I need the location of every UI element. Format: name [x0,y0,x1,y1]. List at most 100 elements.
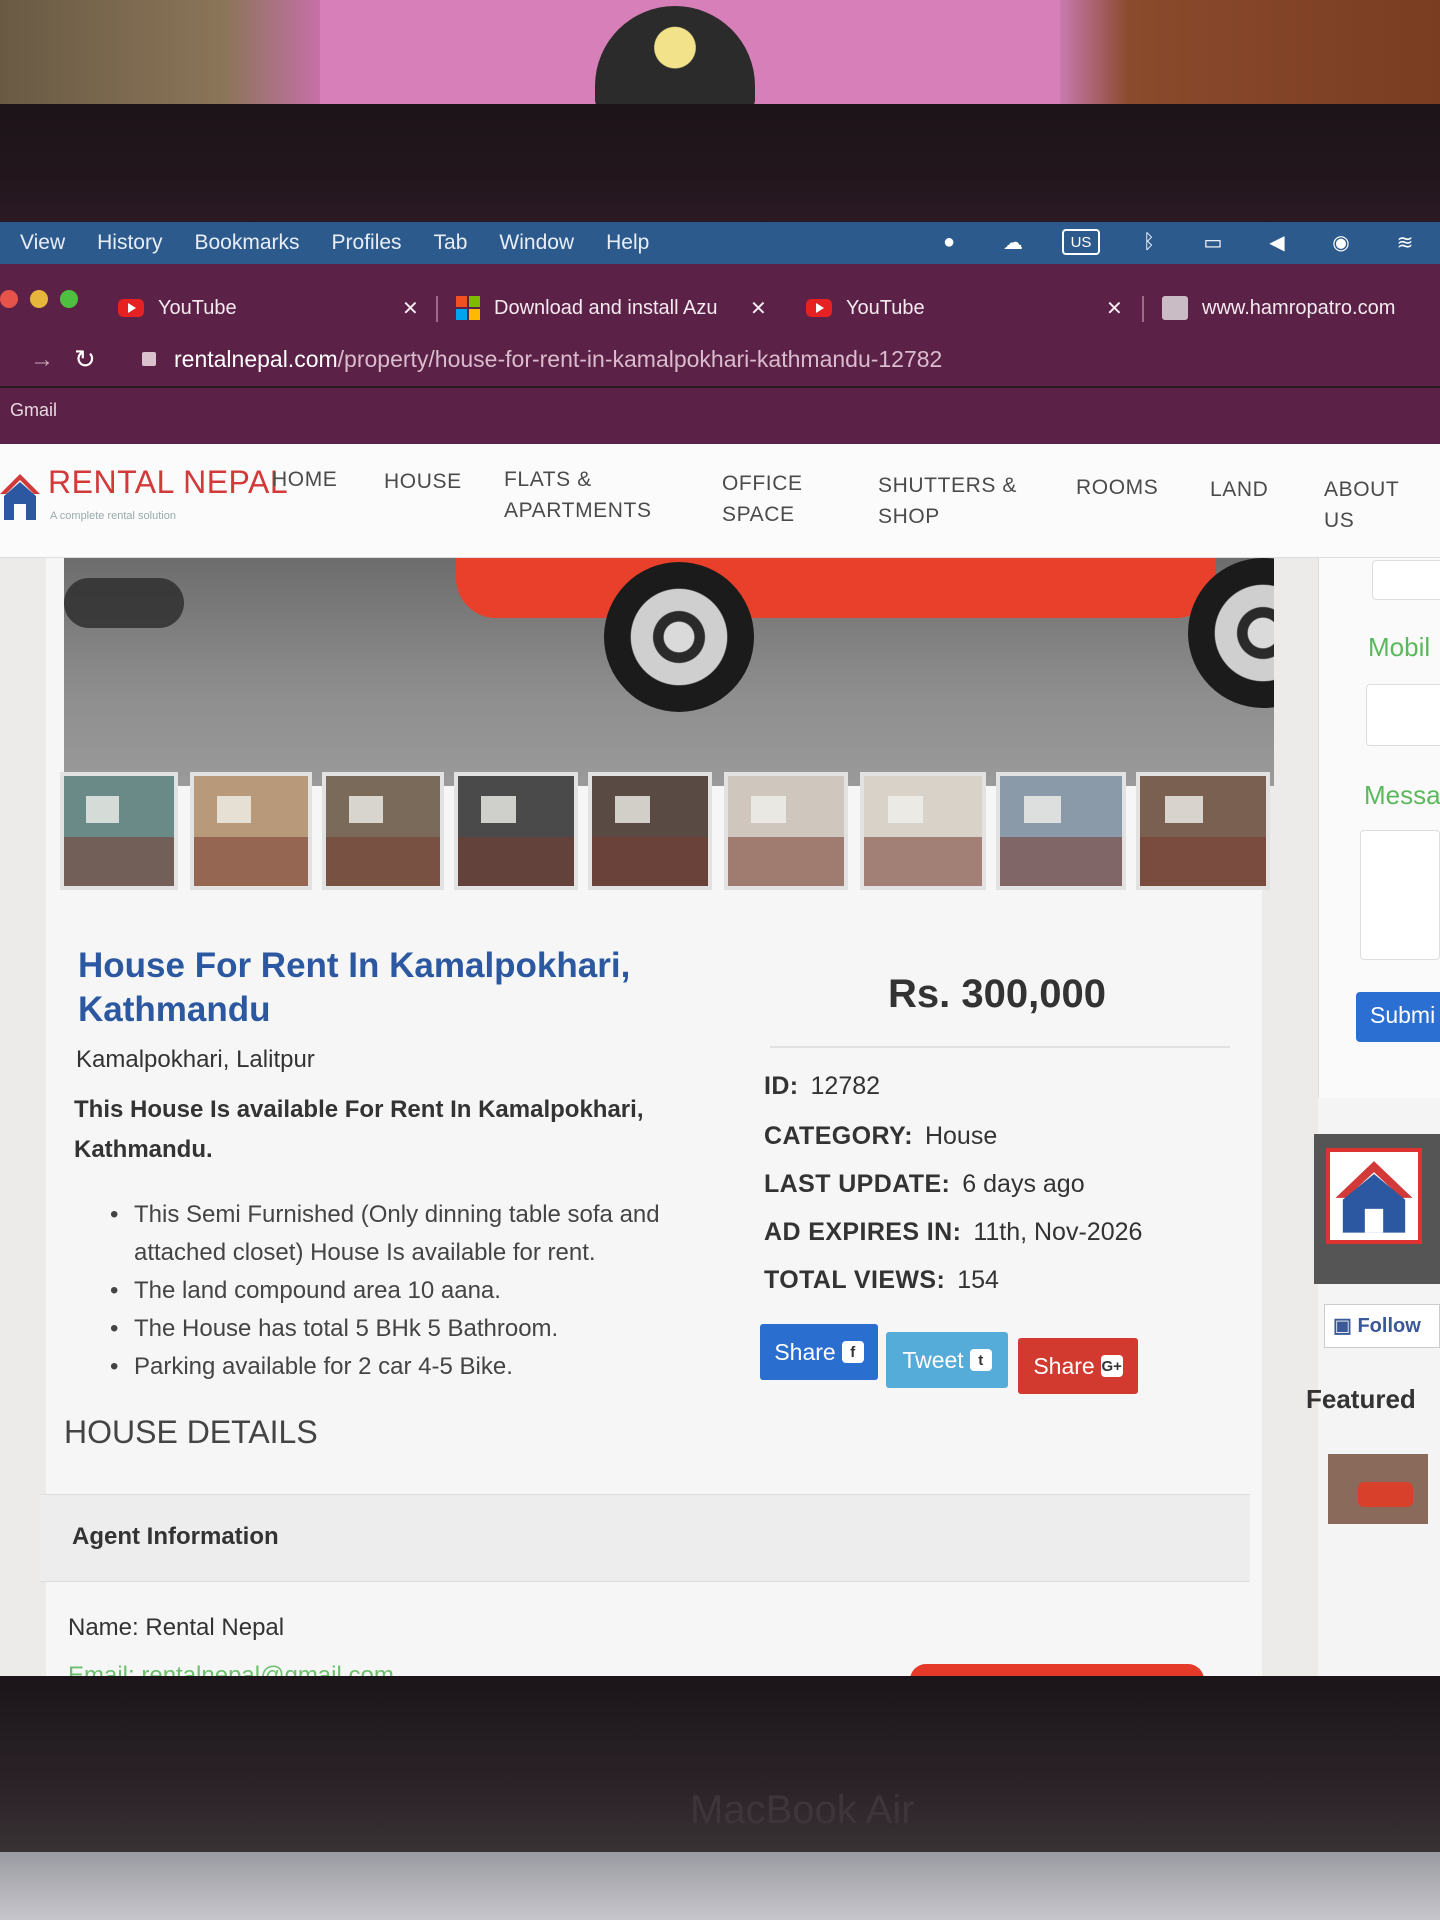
nav-land[interactable]: LAND [1210,474,1268,505]
tab-title: Download and install Azu [494,296,718,319]
menu-profiles[interactable]: Profiles [332,231,402,255]
nav-label: SHUTTERS & [878,474,1018,497]
notification-icon[interactable]: ● [934,228,964,256]
twitter-icon: t [969,1349,992,1371]
facebook-icon: ▣ [1333,1315,1358,1337]
thumbnail[interactable] [454,772,578,890]
mobile-field[interactable] [1366,684,1440,746]
reload-icon[interactable]: ↻ [74,344,96,375]
maximize-window-icon[interactable] [60,290,78,308]
tab-azure[interactable]: Download and install Azu [456,284,717,332]
meta-value: House [924,1122,998,1150]
nav-home[interactable]: HOME [272,464,337,495]
message-field[interactable] [1360,830,1440,960]
nav-label: ABOUT [1324,478,1400,501]
bluetooth-icon[interactable]: ᛒ [1134,228,1164,256]
tab-divider [436,296,438,322]
mute-icon[interactable]: ◀ [1262,228,1292,256]
minimize-window-icon[interactable] [30,290,48,308]
meta-category: CATEGORY: House [764,1122,997,1151]
tab-divider [1142,296,1144,322]
menu-window[interactable]: Window [499,231,574,255]
tweet-button[interactable]: Tweet t [886,1332,1008,1388]
contact-input[interactable] [1372,560,1440,600]
tab-title: www.hamropatro.com [1202,296,1396,319]
meta-id: ID: 12782 [764,1072,880,1101]
house-details-heading: HOUSE DETAILS [64,1414,318,1450]
share-facebook-button[interactable]: Share f [760,1324,878,1380]
nav-rooms[interactable]: ROOMS [1076,472,1158,503]
keyboard-layout-icon[interactable]: US [1062,229,1100,255]
list-item: The land compound area 10 aana. [110,1272,730,1310]
tab-strip: YouTube ✕ Download and install Azu ✕ You… [0,264,1440,344]
site-tagline: A complete rental solution [50,510,176,522]
forward-icon[interactable]: → [30,346,54,374]
close-icon: ✕ [750,297,767,320]
meta-last-update: LAST UPDATE: 6 days ago [764,1170,1085,1199]
user-icon[interactable]: ◉ [1326,228,1356,256]
menu-view[interactable]: View [20,231,65,255]
meta-value: 11th, Nov-2026 [973,1218,1143,1246]
tab-youtube-2[interactable]: YouTube [806,284,925,332]
menu-help[interactable]: Help [606,231,649,255]
thumbnail[interactable] [996,772,1126,890]
device-label: MacBook Air [690,1788,915,1832]
submit-button[interactable]: Submi [1356,992,1440,1042]
facebook-icon: f [841,1341,864,1363]
thumbnail[interactable] [1136,772,1270,890]
lock-icon[interactable] [142,352,156,366]
display-icon[interactable]: ▭ [1198,228,1228,256]
close-icon: ✕ [402,297,419,320]
tab-close-button[interactable]: ✕ [1106,284,1123,332]
list-item-text: attached closet) House Is available for … [134,1239,596,1266]
tab-hamropatro[interactable]: www.hamropatro.com [1162,284,1395,332]
hero-car [456,558,1216,618]
nav-about-us[interactable]: ABOUT US [1324,474,1399,536]
site-header: RENTAL NEPAL A complete rental solution … [0,444,1440,558]
title-line: Kathmandu [78,990,271,1029]
agent-heading: Agent Information [72,1523,279,1550]
photo-scene: View History Bookmarks Profiles Tab Wind… [0,0,1440,1920]
intro-line: This House Is available For Rent In Kama… [74,1096,644,1123]
wifi-icon[interactable]: ≋ [1390,228,1420,256]
thumbnail[interactable] [860,772,986,890]
cloud-icon[interactable]: ☁ [998,228,1028,256]
agent-info-header: Agent Information [40,1494,1250,1582]
mobile-label: Mobil [1368,632,1431,662]
menu-bookmarks[interactable]: Bookmarks [194,231,299,255]
close-window-icon[interactable] [0,290,18,308]
hero-image[interactable] [64,558,1274,786]
nav-office-space[interactable]: OFFICE SPACE [722,468,803,530]
url-path: /property/house-for-rent-in-kamalpokhari… [337,346,943,372]
nav-shutters-shop[interactable]: SHUTTERS & SHOP [878,470,1017,532]
meta-value: 154 [957,1266,999,1294]
follow-button[interactable]: ▣ Follow [1324,1304,1440,1348]
nav-flats-apartments[interactable]: FLATS & APARTMENTS [504,464,652,526]
meta-ad-expires: AD EXPIRES IN: 11th, Nov-2026 [764,1218,1142,1247]
rental-nepal-logo-icon[interactable] [1326,1148,1422,1244]
logo-house-icon[interactable] [0,464,40,524]
tab-close-button[interactable]: ✕ [750,284,767,332]
thumbnail-strip [60,772,1280,922]
menu-tab[interactable]: Tab [434,231,468,255]
thumbnail[interactable] [724,772,848,890]
featured-thumbnail[interactable] [1328,1454,1428,1524]
status-icons: ● ☁ US ᛒ ▭ ◀ ◉ ≋ [934,228,1420,256]
url-field[interactable]: rentalnepal.com/property/house-for-rent-… [174,346,942,373]
share-google-button[interactable]: Share G+ [1018,1338,1138,1394]
intro-line: Kathmandu. [74,1136,213,1163]
nav-house[interactable]: HOUSE [384,466,462,497]
menu-history[interactable]: History [97,231,162,255]
bookmark-gmail[interactable]: Gmail [10,400,57,421]
tab-youtube-1[interactable]: YouTube [118,284,237,332]
thumbnail[interactable] [60,772,178,890]
listing-location: Kamalpokhari, Lalitpur [76,1046,315,1073]
site-logo[interactable]: RENTAL NEPAL [48,464,288,501]
thumbnail[interactable] [190,772,312,890]
thumbnail[interactable] [588,772,712,890]
thumbnail[interactable] [322,772,444,890]
tab-close-button[interactable]: ✕ [402,284,419,332]
meta-label: ID: [764,1072,799,1100]
nav-label: LAND [1210,478,1269,501]
nav-label: ROOMS [1076,476,1159,499]
